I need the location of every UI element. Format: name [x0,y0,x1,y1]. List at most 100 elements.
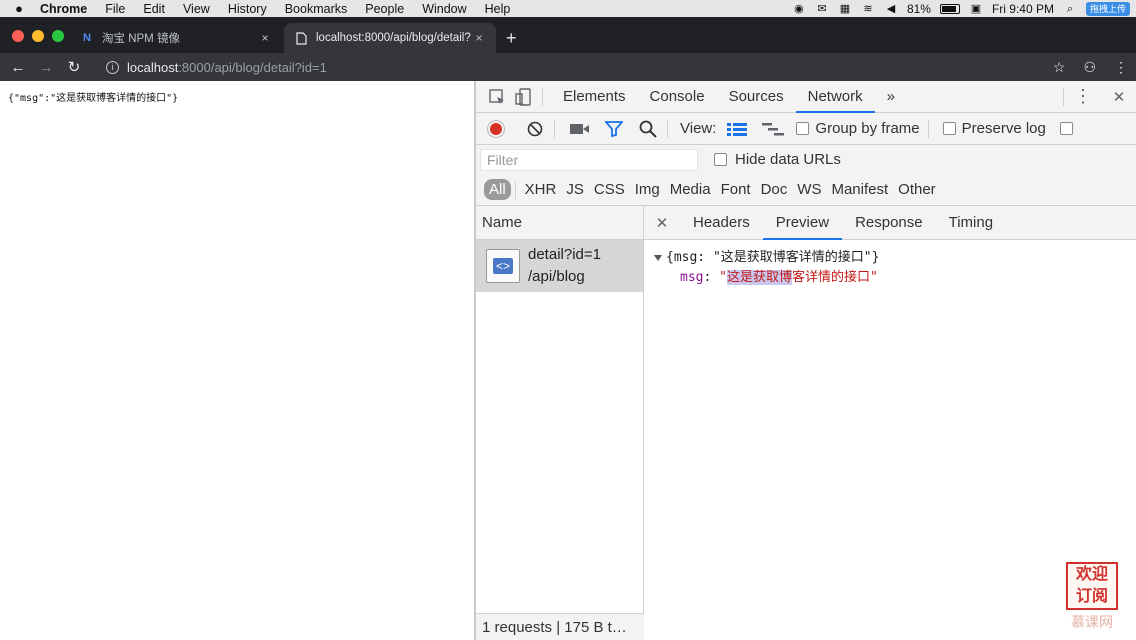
tab-response[interactable]: Response [842,206,936,240]
close-tab-icon[interactable]: × [258,31,272,45]
tab-console[interactable]: Console [638,81,717,113]
menu-file[interactable]: File [96,2,134,16]
divider [667,119,668,138]
hide-data-urls-checkbox[interactable] [714,153,727,166]
screen-record-icon[interactable]: ◉ [792,3,806,15]
type-img[interactable]: Img [630,181,665,198]
divider [542,87,543,106]
menu-edit[interactable]: Edit [134,2,174,16]
subscribe-badge: 欢迎 订阅 [1066,562,1118,610]
close-detail-icon[interactable]: ✕ [644,214,680,232]
menu-chrome[interactable]: Chrome [38,2,96,16]
clock[interactable]: Fri 9:40 PM [992,2,1054,16]
site-info-icon[interactable]: i [106,61,119,74]
watermark-brand: 慕课网 [1071,614,1113,630]
tab-network[interactable]: Network [795,81,875,113]
request-row[interactable]: <> detail?id=1 /api/blog [476,240,643,292]
name-column-header[interactable]: Name [476,206,643,240]
bookmark-star-icon[interactable]: ☆ [1053,59,1066,76]
search-icon[interactable] [637,119,659,139]
url-path: :8000/api/blog/detail?id=1 [178,60,327,75]
more-tabs-icon[interactable]: » [875,81,907,113]
group-by-frame-label: Group by frame [815,120,920,137]
forward-button[interactable]: → [32,59,60,76]
preview-pane: {msg: "这是获取博客详情的接口"} msg: "这是获取博客详情的接口" [644,240,1136,296]
type-js[interactable]: JS [561,181,589,198]
expand-triangle-icon[interactable] [654,254,662,261]
type-other[interactable]: Other [893,181,941,198]
subscribe-watermark: 欢迎 订阅 慕课网 [1066,562,1118,632]
battery-icon[interactable] [939,3,960,14]
script-file-icon: <> [486,249,520,283]
waterfall-overview-icon[interactable] [762,119,785,139]
preview-property-row[interactable]: msg: "这是获取博客详情的接口" [654,268,1128,288]
watermark-line-1: 欢迎 [1075,566,1108,583]
spotlight-search-icon[interactable]: ⌕ [1063,3,1077,15]
menu-bookmarks[interactable]: Bookmarks [276,2,357,16]
volume-icon[interactable]: ◀ [884,3,898,15]
back-button[interactable]: ← [4,59,32,76]
group-by-frame-checkbox[interactable] [796,122,810,135]
tab-headers[interactable]: Headers [680,206,763,240]
code-icon: <> [492,258,513,274]
type-manifest[interactable]: Manifest [826,181,893,198]
close-tab-icon[interactable]: × [472,31,486,45]
disable-cache-checkbox[interactable] [1059,122,1073,135]
chrome-menu-icon[interactable]: ⋮ [1114,59,1128,76]
app-status-icon[interactable]: ▣ [969,3,983,15]
wechat-icon[interactable]: ✉ [815,3,829,15]
type-ws[interactable]: WS [792,181,826,198]
close-window-button[interactable] [12,30,24,42]
devtools-menu-icon[interactable]: ⋮ [1072,86,1094,107]
tab-sources[interactable]: Sources [717,81,796,113]
address-bar[interactable]: i localhost :8000/api/blog/detail?id=1 [98,56,1038,79]
tab-title: localhost:8000/api/blog/detail? [316,32,471,44]
hide-data-urls-label: Hide data URLs [735,151,841,168]
tab-timing[interactable]: Timing [936,206,1006,240]
type-font[interactable]: Font [716,181,756,198]
input-method-icon[interactable]: ▦ [838,3,852,15]
extension-icon[interactable]: ⚇ [1083,59,1096,76]
record-icon[interactable] [488,120,504,137]
type-all[interactable]: All [484,179,511,200]
type-media[interactable]: Media [665,181,716,198]
property-value-rest: 客详情的接口 [791,270,870,285]
menu-view[interactable]: View [174,2,219,16]
large-rows-icon[interactable] [726,119,748,139]
reload-button[interactable]: ↻ [60,58,88,76]
clear-icon[interactable] [524,119,546,139]
network-toolbar: View: Group by frame Preserve log [476,113,1136,145]
menu-window[interactable]: Window [413,2,475,16]
device-toolbar-icon[interactable] [512,87,534,107]
menu-help[interactable]: Help [476,2,520,16]
preserve-log-checkbox[interactable] [942,122,956,135]
filter-input[interactable]: Filter [480,148,698,171]
close-devtools-icon[interactable]: ✕ [1108,87,1130,107]
tab-npm-mirror[interactable]: N 淘宝 NPM 镜像 × [70,23,282,53]
battery-percent: 81% [906,1,931,16]
page-viewport: {"msg":"这是获取博客详情的接口"} [0,81,474,640]
devtools-tabbar: Elements Console Sources Network » ⋮ ✕ [476,81,1136,113]
menu-history[interactable]: History [219,2,276,16]
divider [1063,87,1064,106]
watermark-line-2: 订阅 [1075,588,1108,605]
type-doc[interactable]: Doc [756,181,793,198]
divider [927,119,929,138]
detail-tabbar: ✕ Headers Preview Response Timing [644,206,1136,240]
tab-preview[interactable]: Preview [762,206,843,240]
type-xhr[interactable]: XHR [520,181,562,198]
inspect-element-icon[interactable] [486,87,508,107]
new-tab-button[interactable]: + [506,28,517,49]
capture-screenshots-icon[interactable] [569,119,591,139]
preview-object-row[interactable]: {msg: "这是获取博客详情的接口"} [654,248,1128,268]
filter-icon[interactable] [603,119,625,139]
menu-people[interactable]: People [356,2,413,16]
wifi-icon[interactable]: ≋ [861,3,875,15]
minimize-window-button[interactable] [32,30,44,42]
apple-icon[interactable]: ● [0,1,38,16]
tab-elements[interactable]: Elements [551,81,638,113]
type-css[interactable]: CSS [589,181,630,198]
upload-badge[interactable]: 拖拽上传 [1085,1,1130,16]
zoom-window-button[interactable] [52,30,64,42]
tab-localhost[interactable]: localhost:8000/api/blog/detail? × [284,23,496,53]
